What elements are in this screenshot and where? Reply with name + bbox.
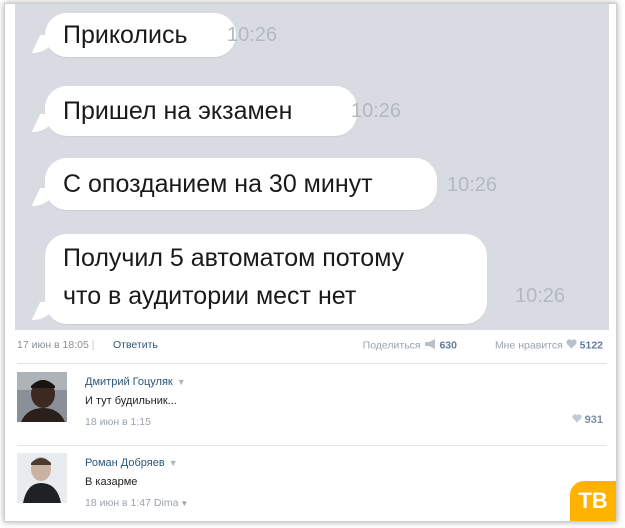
comment: Роман Добряев ▼ В казарме 18 июн в 1:47 D… [17,453,607,521]
comment-author[interactable]: Дмитрий Гоцуляк ▼ [85,376,186,388]
message-bubble: Пришел на экзамен [45,86,357,136]
comment-text: В казарме [85,476,138,488]
comment-date[interactable]: 18 июн в 1:15 [85,416,151,428]
comment-text: И тут будильник... [85,395,177,407]
like-button[interactable]: Мне нравится 5122 [495,339,603,352]
megaphone-icon [424,339,437,352]
message-text: С опозданием на 30 минут [63,170,373,198]
share-count: 630 [439,339,457,352]
chevron-down-icon[interactable]: ▼ [177,377,186,387]
comment-like-button[interactable]: 931 [571,414,603,426]
message-bubble: Получил 5 автоматом потому что в аудитор… [45,234,487,324]
post-date: 17 июн в 18:05 | [17,339,95,351]
comment: Дмитрий Гоцуляк ▼ И тут будильник... 18 и… [17,372,607,452]
message-text-line: Получил 5 автоматом потому [63,244,405,272]
post-meta: 17 июн в 18:05 | Ответить Поделиться 630… [17,339,607,357]
share-button[interactable]: Поделиться 630 [363,339,457,352]
message-bubble: Приколись [45,13,236,57]
reply-link[interactable]: Ответить [113,339,158,351]
tb-logo: ТВ [570,481,616,521]
chevron-down-icon[interactable]: ▼ [180,499,188,508]
message-time: 10:26 [515,285,566,307]
message-time: 10:26 [351,100,402,122]
message-text: Приколись [63,21,188,49]
message-time: 10:26 [227,24,278,46]
reply-to-name[interactable]: Dima [154,497,179,509]
heart-icon [566,339,577,352]
share-label: Поделиться [362,339,421,352]
comment-author[interactable]: Роман Добряев ▼ [85,457,178,469]
post-screenshot: Приколись 10:26 Пришел на экзамен 10:26 … [4,3,617,522]
message-text-line: что в аудитории мест нет [63,282,357,310]
message-time: 10:26 [447,174,498,196]
message-text: Пришел на экзамен [63,97,293,125]
divider [17,363,607,364]
message-bubble: С опозданием на 30 минут [45,158,437,210]
chevron-down-icon[interactable]: ▼ [169,458,178,468]
like-count: 5122 [579,339,603,352]
divider [17,445,607,446]
comment-like-count: 931 [584,414,603,426]
chat-area: Приколись 10:26 Пришел на экзамен 10:26 … [15,4,609,330]
avatar[interactable] [17,372,67,422]
avatar[interactable] [17,453,67,503]
like-label: Мне нравится [494,339,563,352]
comment-date[interactable]: 18 июн в 1:47 Dima ▼ [85,497,188,509]
heart-icon [571,414,585,426]
